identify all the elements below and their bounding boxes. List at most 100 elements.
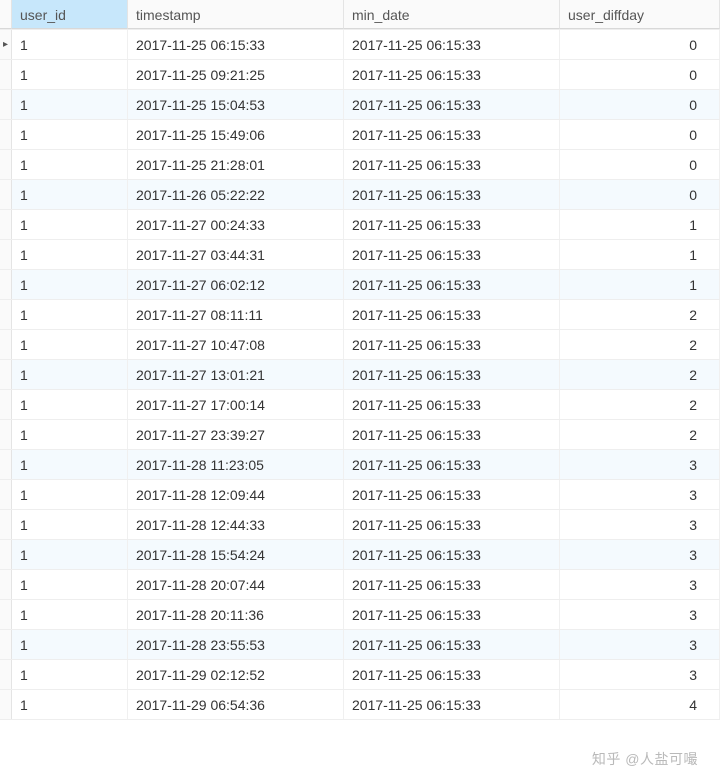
- row-gutter[interactable]: [0, 270, 12, 299]
- cell-user-id[interactable]: 1: [12, 300, 128, 329]
- row-gutter[interactable]: [0, 90, 12, 119]
- cell-user-diffday[interactable]: 3: [560, 660, 720, 689]
- cell-timestamp[interactable]: 2017-11-28 20:11:36: [128, 600, 344, 629]
- table-row[interactable]: 12017-11-29 06:54:362017-11-25 06:15:334: [0, 690, 720, 720]
- cell-user-id[interactable]: 1: [12, 120, 128, 149]
- cell-min-date[interactable]: 2017-11-25 06:15:33: [344, 180, 560, 209]
- cell-user-diffday[interactable]: 1: [560, 270, 720, 299]
- row-gutter[interactable]: [0, 630, 12, 659]
- row-gutter[interactable]: [0, 420, 12, 449]
- cell-min-date[interactable]: 2017-11-25 06:15:33: [344, 630, 560, 659]
- cell-min-date[interactable]: 2017-11-25 06:15:33: [344, 690, 560, 719]
- cell-timestamp[interactable]: 2017-11-27 00:24:33: [128, 210, 344, 239]
- cell-user-diffday[interactable]: 2: [560, 330, 720, 359]
- table-row[interactable]: 12017-11-27 17:00:142017-11-25 06:15:332: [0, 390, 720, 420]
- cell-user-diffday[interactable]: 0: [560, 60, 720, 89]
- table-row[interactable]: 12017-11-25 15:04:532017-11-25 06:15:330: [0, 90, 720, 120]
- row-gutter[interactable]: ▸: [0, 30, 12, 59]
- cell-user-id[interactable]: 1: [12, 210, 128, 239]
- cell-user-id[interactable]: 1: [12, 360, 128, 389]
- cell-user-id[interactable]: 1: [12, 240, 128, 269]
- cell-user-diffday[interactable]: 3: [560, 570, 720, 599]
- row-gutter[interactable]: [0, 390, 12, 419]
- table-row[interactable]: 12017-11-27 08:11:112017-11-25 06:15:332: [0, 300, 720, 330]
- cell-timestamp[interactable]: 2017-11-28 12:09:44: [128, 480, 344, 509]
- table-row[interactable]: 12017-11-28 12:44:332017-11-25 06:15:333: [0, 510, 720, 540]
- cell-timestamp[interactable]: 2017-11-27 17:00:14: [128, 390, 344, 419]
- cell-user-id[interactable]: 1: [12, 450, 128, 479]
- cell-timestamp[interactable]: 2017-11-25 06:15:33: [128, 30, 344, 59]
- cell-timestamp[interactable]: 2017-11-27 08:11:11: [128, 300, 344, 329]
- row-gutter[interactable]: [0, 480, 12, 509]
- row-gutter[interactable]: [0, 660, 12, 689]
- cell-timestamp[interactable]: 2017-11-27 13:01:21: [128, 360, 344, 389]
- cell-user-id[interactable]: 1: [12, 690, 128, 719]
- cell-min-date[interactable]: 2017-11-25 06:15:33: [344, 480, 560, 509]
- cell-min-date[interactable]: 2017-11-25 06:15:33: [344, 300, 560, 329]
- cell-min-date[interactable]: 2017-11-25 06:15:33: [344, 540, 560, 569]
- row-gutter[interactable]: [0, 180, 12, 209]
- row-gutter[interactable]: [0, 570, 12, 599]
- cell-user-diffday[interactable]: 0: [560, 180, 720, 209]
- cell-user-diffday[interactable]: 0: [560, 30, 720, 59]
- cell-user-diffday[interactable]: 2: [560, 360, 720, 389]
- cell-user-diffday[interactable]: 3: [560, 630, 720, 659]
- cell-timestamp[interactable]: 2017-11-27 23:39:27: [128, 420, 344, 449]
- table-row[interactable]: 12017-11-28 12:09:442017-11-25 06:15:333: [0, 480, 720, 510]
- cell-user-diffday[interactable]: 3: [560, 510, 720, 539]
- cell-user-diffday[interactable]: 2: [560, 420, 720, 449]
- cell-min-date[interactable]: 2017-11-25 06:15:33: [344, 660, 560, 689]
- cell-user-id[interactable]: 1: [12, 660, 128, 689]
- cell-user-id[interactable]: 1: [12, 510, 128, 539]
- cell-min-date[interactable]: 2017-11-25 06:15:33: [344, 360, 560, 389]
- row-gutter[interactable]: [0, 300, 12, 329]
- table-row[interactable]: 12017-11-27 00:24:332017-11-25 06:15:331: [0, 210, 720, 240]
- cell-user-id[interactable]: 1: [12, 540, 128, 569]
- cell-user-id[interactable]: 1: [12, 30, 128, 59]
- cell-user-id[interactable]: 1: [12, 390, 128, 419]
- row-gutter[interactable]: [0, 540, 12, 569]
- cell-user-id[interactable]: 1: [12, 270, 128, 299]
- cell-min-date[interactable]: 2017-11-25 06:15:33: [344, 30, 560, 59]
- cell-min-date[interactable]: 2017-11-25 06:15:33: [344, 570, 560, 599]
- row-gutter[interactable]: [0, 450, 12, 479]
- cell-min-date[interactable]: 2017-11-25 06:15:33: [344, 390, 560, 419]
- cell-user-diffday[interactable]: 2: [560, 390, 720, 419]
- table-row[interactable]: 12017-11-27 10:47:082017-11-25 06:15:332: [0, 330, 720, 360]
- row-gutter[interactable]: [0, 120, 12, 149]
- col-header-user-id[interactable]: user_id: [12, 0, 128, 29]
- cell-user-id[interactable]: 1: [12, 60, 128, 89]
- cell-min-date[interactable]: 2017-11-25 06:15:33: [344, 450, 560, 479]
- cell-min-date[interactable]: 2017-11-25 06:15:33: [344, 90, 560, 119]
- row-gutter[interactable]: [0, 330, 12, 359]
- cell-user-diffday[interactable]: 4: [560, 690, 720, 719]
- cell-timestamp[interactable]: 2017-11-27 10:47:08: [128, 330, 344, 359]
- cell-user-id[interactable]: 1: [12, 420, 128, 449]
- row-gutter[interactable]: [0, 690, 12, 719]
- cell-user-id[interactable]: 1: [12, 600, 128, 629]
- cell-user-diffday[interactable]: 3: [560, 540, 720, 569]
- cell-min-date[interactable]: 2017-11-25 06:15:33: [344, 120, 560, 149]
- row-gutter[interactable]: [0, 360, 12, 389]
- cell-user-diffday[interactable]: 0: [560, 90, 720, 119]
- cell-timestamp[interactable]: 2017-11-26 05:22:22: [128, 180, 344, 209]
- table-row[interactable]: 12017-11-27 13:01:212017-11-25 06:15:332: [0, 360, 720, 390]
- cell-timestamp[interactable]: 2017-11-27 06:02:12: [128, 270, 344, 299]
- cell-min-date[interactable]: 2017-11-25 06:15:33: [344, 600, 560, 629]
- table-row[interactable]: 12017-11-28 20:11:362017-11-25 06:15:333: [0, 600, 720, 630]
- cell-timestamp[interactable]: 2017-11-28 23:55:53: [128, 630, 344, 659]
- table-row[interactable]: 12017-11-28 23:55:532017-11-25 06:15:333: [0, 630, 720, 660]
- table-row[interactable]: 12017-11-28 11:23:052017-11-25 06:15:333: [0, 450, 720, 480]
- cell-user-diffday[interactable]: 3: [560, 600, 720, 629]
- row-gutter[interactable]: [0, 60, 12, 89]
- cell-user-diffday[interactable]: 0: [560, 120, 720, 149]
- cell-min-date[interactable]: 2017-11-25 06:15:33: [344, 510, 560, 539]
- cell-min-date[interactable]: 2017-11-25 06:15:33: [344, 240, 560, 269]
- table-row[interactable]: 12017-11-26 05:22:222017-11-25 06:15:330: [0, 180, 720, 210]
- row-gutter[interactable]: [0, 240, 12, 269]
- cell-user-id[interactable]: 1: [12, 480, 128, 509]
- cell-user-id[interactable]: 1: [12, 630, 128, 659]
- cell-user-id[interactable]: 1: [12, 180, 128, 209]
- row-gutter[interactable]: [0, 150, 12, 179]
- cell-user-id[interactable]: 1: [12, 570, 128, 599]
